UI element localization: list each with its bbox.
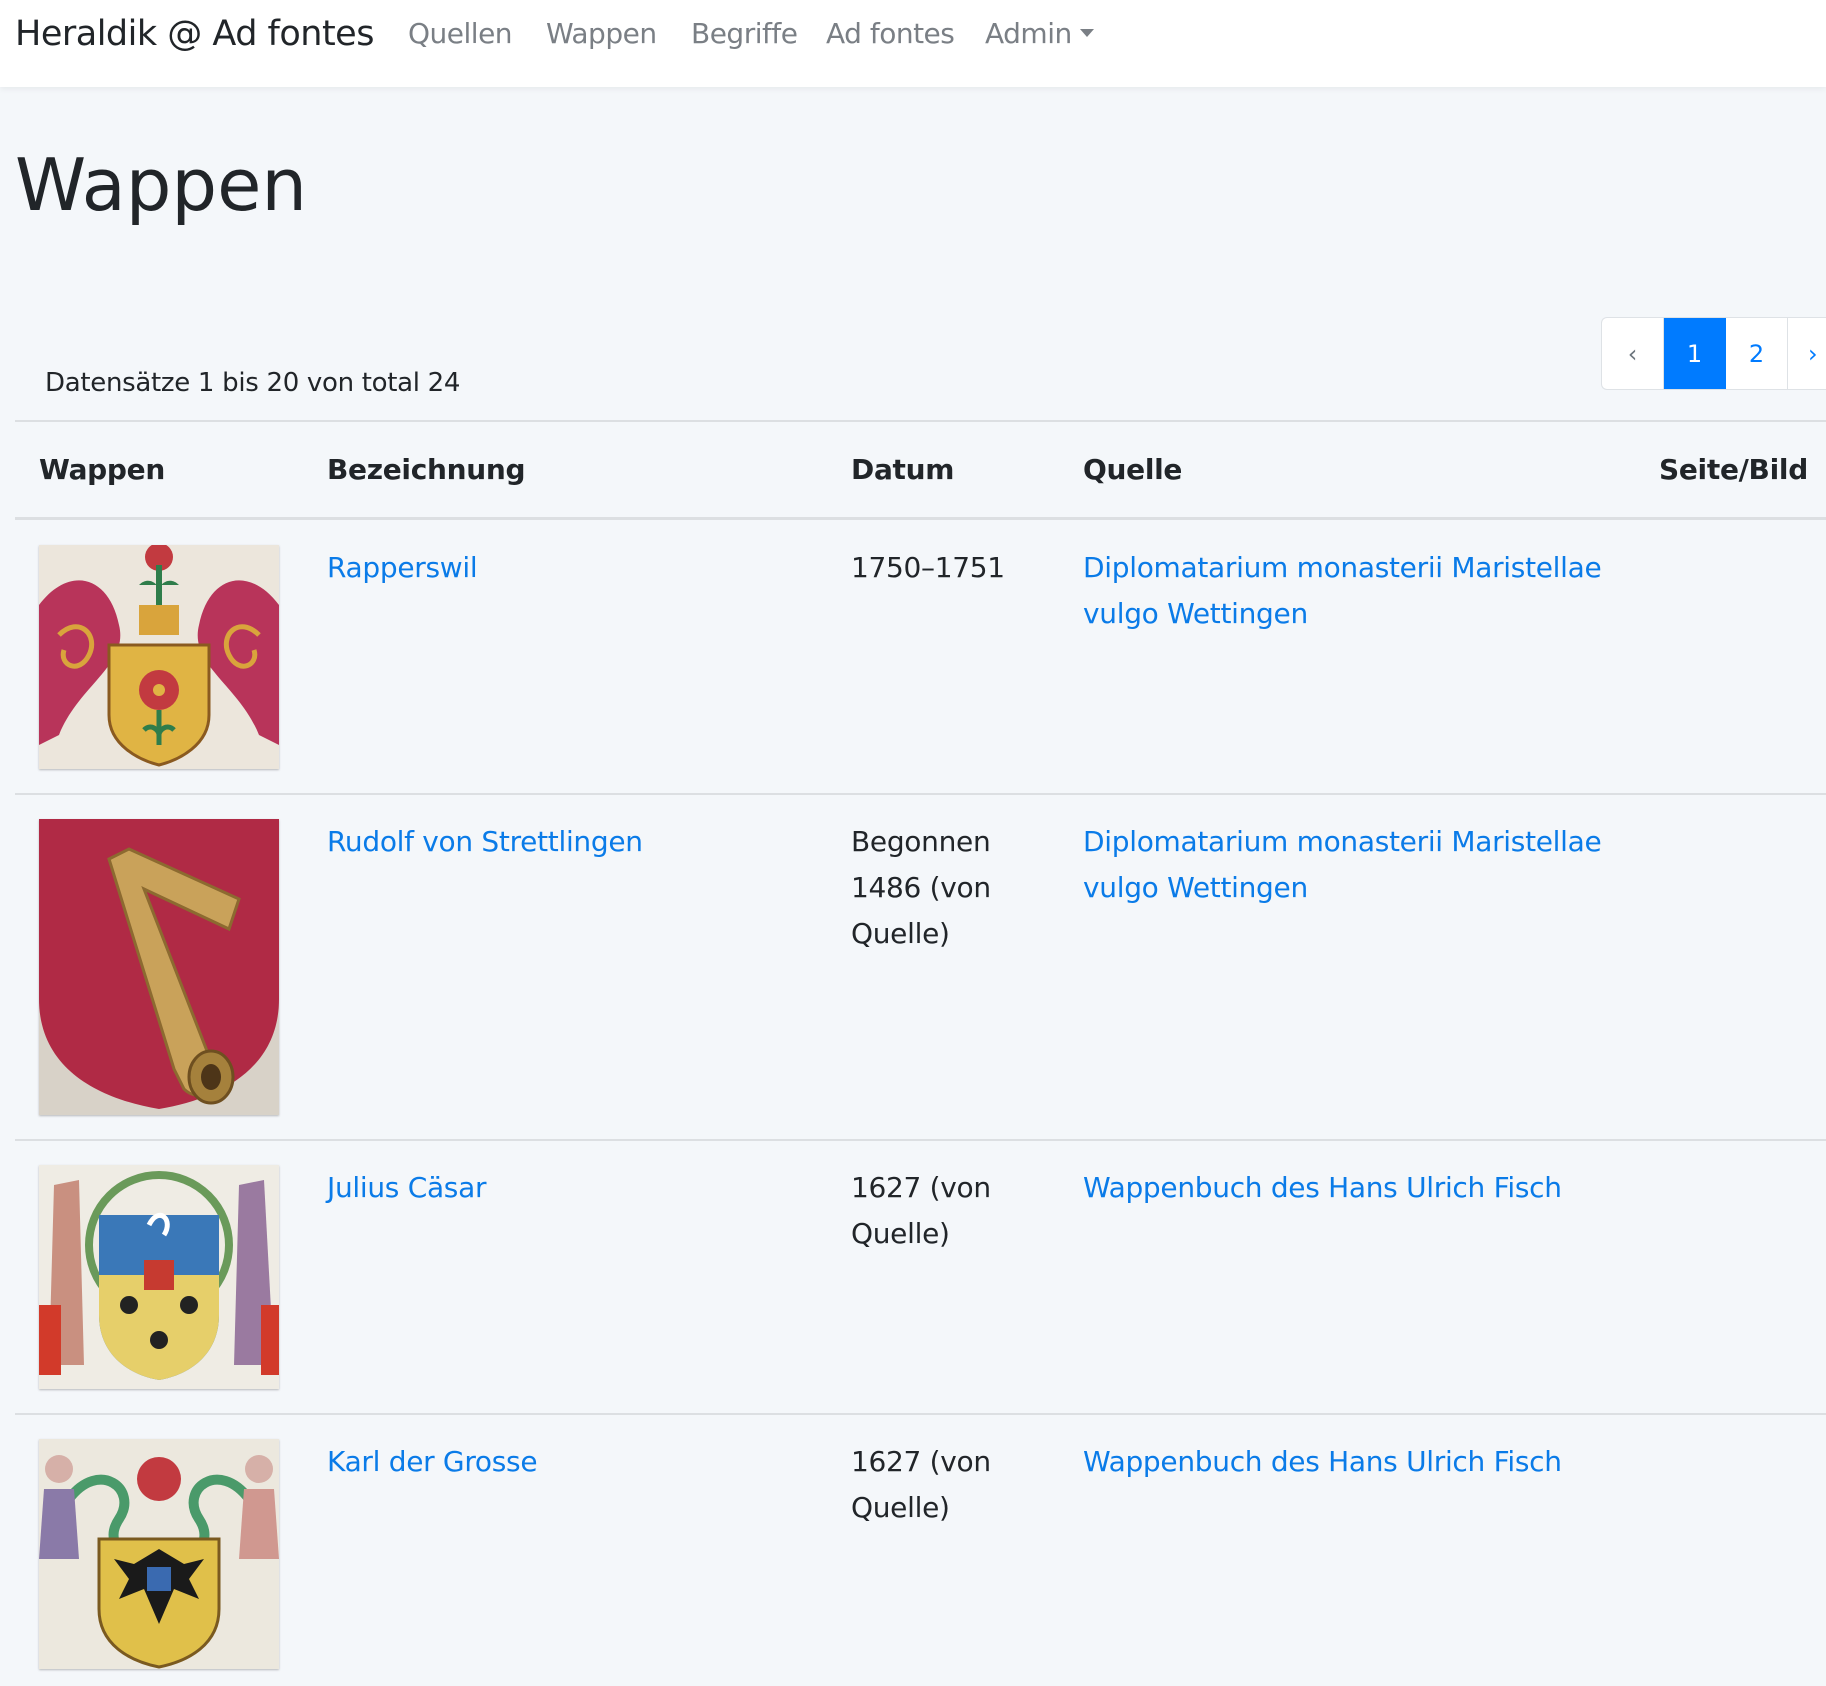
- coat-of-arms-name-link[interactable]: Karl der Grosse: [327, 1439, 538, 1485]
- coat-of-arms-name-link[interactable]: Rapperswil: [327, 545, 478, 591]
- navbar: Heraldik @ Ad fontes Quellen Wappen Begr…: [0, 0, 1826, 87]
- coat-of-arms-date: Begonnen 1486 (von Quelle): [851, 825, 991, 950]
- column-header-wappen: Wappen: [39, 453, 165, 486]
- brand-link[interactable]: Heraldik @ Ad fontes: [15, 10, 374, 58]
- coat-of-arms-date: 1627 (von Quelle): [851, 1171, 991, 1250]
- table-top-border: [15, 420, 1826, 422]
- caret-down-icon: [1079, 29, 1094, 37]
- nav-item-quellen[interactable]: Quellen: [408, 14, 513, 54]
- coat-of-arms-eagle-icon[interactable]: [39, 1439, 279, 1669]
- pagination-prev-button[interactable]: ‹: [1602, 318, 1664, 389]
- coat-of-arms-source-link[interactable]: Wappenbuch des Hans Ulrich Fisch: [1083, 1165, 1603, 1211]
- coat-of-arms-date: 1750–1751: [851, 551, 1005, 584]
- nav-item-begriffe[interactable]: Begriffe: [691, 14, 798, 54]
- coat-of-arms-date: 1627 (von Quelle): [851, 1445, 991, 1524]
- nav-item-admin-dropdown[interactable]: Admin: [985, 14, 1094, 54]
- pagination-next-button[interactable]: ›: [1788, 318, 1826, 389]
- page-title: Wappen: [15, 143, 308, 227]
- coat-of-arms-supporters-icon[interactable]: [39, 1165, 279, 1389]
- pagination-page-1[interactable]: 1: [1664, 318, 1726, 389]
- column-header-quelle: Quelle: [1083, 453, 1183, 486]
- coat-of-arms-horn-icon[interactable]: [39, 819, 279, 1115]
- records-info: Datensätze 1 bis 20 von total 24: [45, 368, 461, 398]
- nav-item-admin-label: Admin: [985, 17, 1072, 50]
- pagination: ‹ 1 2 ›: [1601, 317, 1826, 390]
- table-header-border: [15, 517, 1826, 520]
- pagination-page-2[interactable]: 2: [1726, 318, 1788, 389]
- coat-of-arms-name-link[interactable]: Julius Cäsar: [327, 1165, 486, 1211]
- column-header-seite-bild: Seite/Bild: [1659, 453, 1808, 486]
- coat-of-arms-source-link[interactable]: Diplomatarium monasterii Maristellae vul…: [1083, 545, 1603, 637]
- coat-of-arms-source-link[interactable]: Wappenbuch des Hans Ulrich Fisch: [1083, 1439, 1603, 1485]
- coat-of-arms-rose-icon[interactable]: [39, 545, 279, 769]
- row-divider: [15, 1413, 1826, 1415]
- coat-of-arms-name-link[interactable]: Rudolf von Strettlingen: [327, 819, 643, 865]
- coat-of-arms-source-link[interactable]: Diplomatarium monasterii Maristellae vul…: [1083, 819, 1603, 911]
- nav-item-wappen[interactable]: Wappen: [546, 14, 657, 54]
- column-header-datum: Datum: [851, 453, 955, 486]
- nav-item-ad-fontes[interactable]: Ad fontes: [826, 14, 955, 54]
- column-header-bezeichnung: Bezeichnung: [327, 453, 526, 486]
- row-divider: [15, 793, 1826, 795]
- row-divider: [15, 1139, 1826, 1141]
